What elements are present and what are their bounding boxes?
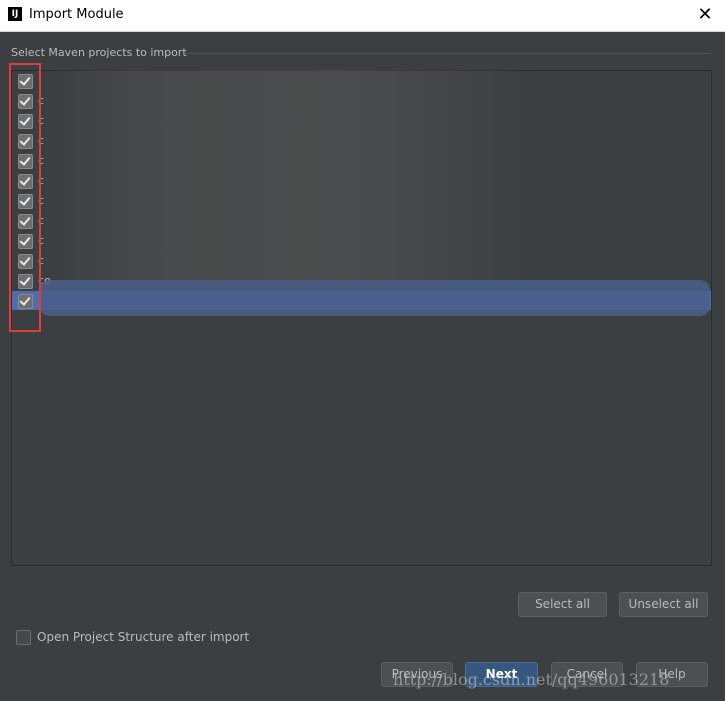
close-icon[interactable]: ✕	[695, 4, 715, 26]
open-structure-checkbox[interactable]	[16, 630, 31, 645]
window-title: Import Module	[29, 7, 124, 22]
open-structure-label[interactable]: Open Project Structure after import	[37, 630, 249, 644]
annotation-highlight	[9, 63, 41, 332]
intellij-icon: IJ	[8, 7, 22, 21]
section-label: Select Maven projects to import	[11, 46, 187, 59]
redacted-area	[48, 70, 538, 280]
select-all-button[interactable]: Select all	[518, 592, 607, 617]
unselect-all-button[interactable]: Unselect all	[619, 592, 708, 617]
section-divider	[185, 53, 710, 54]
watermark-text: http://blog.csdn.net/qq496013218	[393, 670, 670, 689]
redacted-selection	[40, 280, 710, 316]
title-bar: IJ Import Module ✕	[0, 0, 725, 32]
